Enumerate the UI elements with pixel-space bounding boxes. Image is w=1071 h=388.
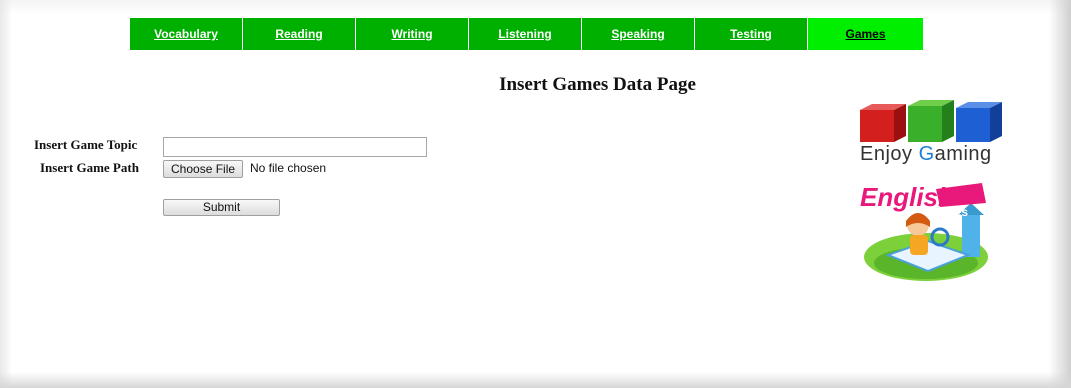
- nav-item-speaking[interactable]: Speaking: [582, 18, 695, 50]
- frame-shadow: [0, 372, 1071, 388]
- nav-item-reading[interactable]: Reading: [243, 18, 356, 50]
- games-logo-text: games: [930, 205, 969, 219]
- path-label: Insert Game Path: [40, 160, 139, 175]
- file-status-text: No file chosen: [250, 161, 327, 175]
- nav-item-listening[interactable]: Listening: [469, 18, 582, 50]
- nav-item-testing[interactable]: Testing: [695, 18, 808, 50]
- path-row: Insert Game Path: [40, 159, 139, 177]
- topic-row: Insert Game Topic: [34, 136, 137, 154]
- nav-item-writing[interactable]: Writing: [356, 18, 469, 50]
- game-topic-input[interactable]: [163, 137, 427, 157]
- enjoy-gaming-text: Enjoy Gaming: [860, 143, 992, 165]
- choose-file-button[interactable]: Choose File: [163, 160, 244, 178]
- main-nav: Vocabulary Reading Writing Listening Spe…: [130, 18, 924, 50]
- frame-shadow: [1049, 0, 1071, 388]
- topic-label: Insert Game Topic: [34, 137, 138, 152]
- frame-shadow: [0, 0, 12, 388]
- submit-button[interactable]: Submit: [163, 199, 280, 216]
- nav-item-vocabulary[interactable]: Vocabulary: [130, 18, 243, 50]
- nav-item-games[interactable]: Games: [808, 18, 924, 50]
- page-title: Insert Games Data Page: [499, 74, 696, 95]
